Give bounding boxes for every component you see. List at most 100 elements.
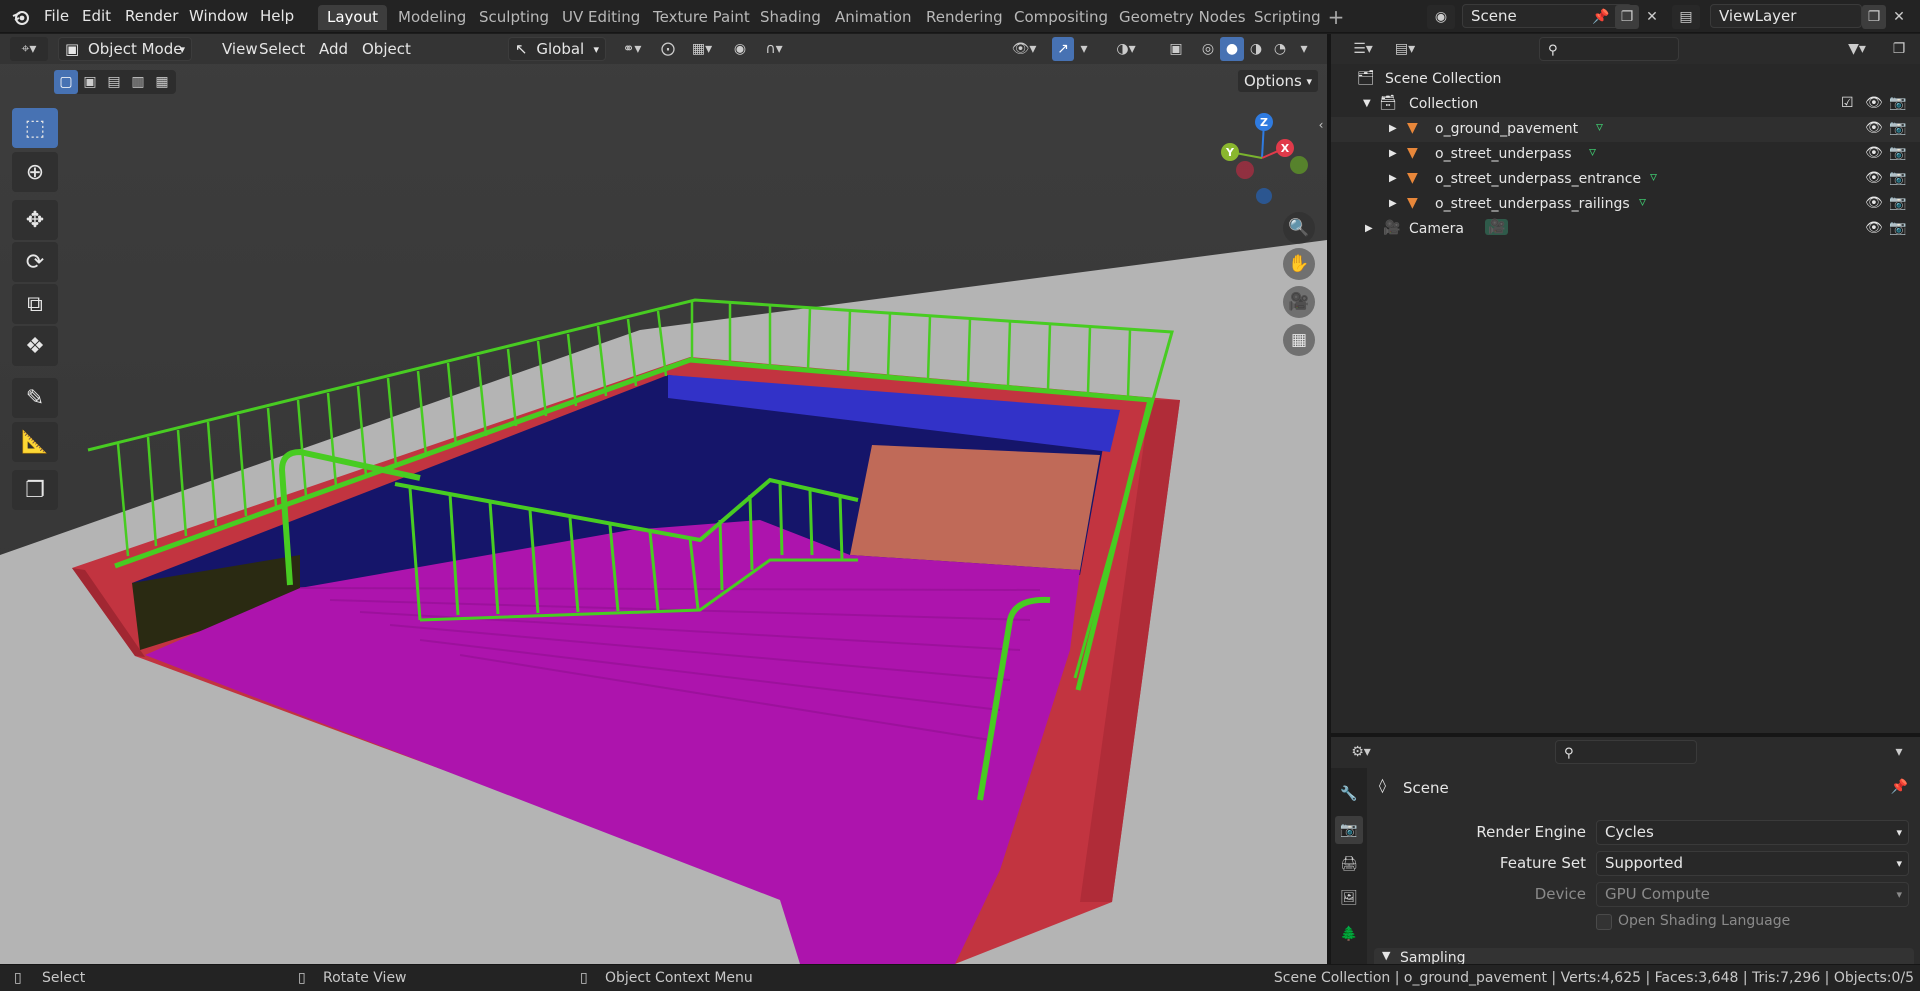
tab-compositing[interactable]: Compositing [1005,5,1117,30]
orientation-dropdown[interactable]: ↖ Global ▾ [508,37,606,61]
transform-tool[interactable]: ❖ [12,326,58,366]
tab-modeling[interactable]: Modeling [389,5,475,30]
eye-icon[interactable]: 👁 [1865,220,1883,236]
expand-right-icon[interactable]: ▶ [1389,123,1397,134]
snap-icon[interactable]: ⨀ [656,37,680,61]
measure-tool[interactable]: 📐 [12,422,58,462]
menu-add[interactable]: Add [313,39,354,59]
add-cube-tool[interactable]: ❐ [12,470,58,510]
eye-icon[interactable]: 👁 [1865,170,1883,186]
overlays-icon[interactable]: ◑▾ [1106,37,1146,61]
new-viewlayer-icon[interactable]: ❐ [1862,5,1886,29]
expand-right-icon[interactable]: ▶ [1389,173,1397,184]
pin-icon[interactable]: 📌 [1590,6,1612,28]
perspective-grid-icon[interactable]: ▦ [1283,324,1315,356]
outliner-row-object[interactable]: ▶ ▼ o_street_underpass_railings ▿ 👁 📷 [1331,192,1920,217]
select-extend-icon[interactable]: ▣ [78,70,102,94]
outliner-row-camera[interactable]: ▶ 🎥 Camera 🎥 👁 📷 [1331,217,1920,242]
cursor-tool[interactable]: ⊕ [12,152,58,192]
mesh-data-icon[interactable]: ▿ [1596,119,1603,135]
move-tool[interactable]: ✥ [12,200,58,240]
mesh-data-icon[interactable]: ▿ [1639,194,1646,210]
select-subtract-icon[interactable]: ▤ [102,70,126,94]
gizmo-toggle-icon[interactable]: ↗ [1052,37,1074,61]
select-intersect-icon[interactable]: ▦ [150,70,174,94]
tab-layout[interactable]: Layout [318,5,387,30]
falloff-icon[interactable]: ∩▾ [756,37,792,61]
osl-checkbox[interactable]: Open Shading Language [1596,913,1816,933]
new-scene-icon[interactable]: ❐ [1615,5,1639,29]
mesh-data-icon[interactable]: ▿ [1589,144,1596,160]
eye-icon[interactable]: 👁 [1865,120,1883,136]
menu-window[interactable]: Window [185,6,252,26]
rendered-shading-icon[interactable]: ◔ [1268,37,1292,61]
add-workspace-icon[interactable]: + [1325,5,1347,29]
tab-animation[interactable]: Animation [826,5,920,30]
material-shading-icon[interactable]: ◑ [1244,37,1268,61]
wireframe-shading-icon[interactable]: ◎ [1196,37,1220,61]
render-camera-icon[interactable]: 📷 [1889,95,1906,111]
outliner-row-collection[interactable]: ▼ 🗃 Collection ☑ 👁 📷 [1331,92,1920,117]
tab-geometry-nodes[interactable]: Geometry Nodes [1110,5,1255,30]
view-layer-tab-icon[interactable]: 🖼 [1335,884,1363,912]
output-tab-icon[interactable]: 🖨 [1335,850,1363,878]
expand-right-icon[interactable]: ▶ [1389,148,1397,159]
tab-uv-editing[interactable]: UV Editing [553,5,649,30]
menu-edit[interactable]: Edit [78,6,115,26]
render-camera-icon[interactable]: 📷 [1889,145,1906,161]
pan-hand-icon[interactable]: ✋ [1283,248,1315,280]
pivot-icon[interactable]: ⚭▾ [614,37,650,61]
outliner-search-input[interactable]: ⚲ [1539,37,1679,61]
tab-rendering[interactable]: Rendering [917,5,1012,30]
render-engine-dropdown[interactable]: Cycles ▾ [1596,820,1909,845]
display-mode-icon[interactable]: ▤▾ [1387,38,1423,60]
camera-data-icon[interactable]: 🎥 [1485,219,1509,235]
render-tab-icon[interactable]: 📷 [1335,816,1363,844]
delete-scene-icon[interactable]: ✕ [1641,5,1663,29]
menu-object[interactable]: Object [356,39,417,59]
menu-file[interactable]: File [40,6,73,26]
feature-set-dropdown[interactable]: Supported ▾ [1596,851,1909,876]
viewlayer-selector-icon[interactable]: ▤ [1672,5,1700,29]
viewlayer-name-field[interactable]: ViewLayer [1710,4,1862,28]
pin-icon[interactable]: 📌 [1891,779,1908,795]
gizmo-dropdown-icon[interactable]: ▾ [1076,37,1092,61]
properties-editor-type-icon[interactable]: ⚙▾ [1343,741,1379,763]
menu-render[interactable]: Render [121,6,182,26]
render-camera-icon[interactable]: 📷 [1889,195,1906,211]
expand-right-icon[interactable]: ▶ [1389,198,1397,209]
xray-icon[interactable]: ▣ [1164,37,1188,61]
mesh-data-icon[interactable]: ▿ [1650,169,1657,185]
scene-selector-icon[interactable]: ◉ [1427,5,1455,29]
outliner-row-object[interactable]: ▶ ▼ o_ground_pavement ▿ 👁 📷 [1331,117,1920,142]
delete-viewlayer-icon[interactable]: ✕ [1888,5,1910,29]
visibility-icon[interactable]: 👁▾ [1004,37,1044,61]
zoom-icon[interactable]: 🔍 [1283,212,1315,244]
render-camera-icon[interactable]: 📷 [1889,170,1906,186]
select-new-icon[interactable]: ▢ [54,70,78,94]
3d-viewport[interactable] [0,34,1327,964]
editor-type-icon[interactable]: ⌖▾ [10,37,48,61]
tab-texture-paint[interactable]: Texture Paint [644,5,759,30]
shading-dropdown-icon[interactable]: ▾ [1294,37,1314,61]
camera-view-icon[interactable]: 🎥 [1283,286,1315,318]
rotate-tool[interactable]: ⟳ [12,242,58,282]
outliner-editor-type-icon[interactable]: ☰▾ [1345,38,1381,60]
select-box-tool[interactable]: ⬚ [12,108,58,148]
menu-help[interactable]: Help [256,6,298,26]
outliner-row-scene-collection[interactable]: 🗂 Scene Collection [1331,67,1920,92]
eye-icon[interactable]: 👁 [1865,95,1883,111]
proportional-edit-icon[interactable]: ◉ [728,37,752,61]
solid-shading-icon[interactable]: ● [1220,37,1244,61]
snap-grid-icon[interactable]: ▦▾ [684,37,720,61]
exclude-checkbox-icon[interactable]: ☑ [1841,95,1854,111]
render-camera-icon[interactable]: 📷 [1889,120,1906,136]
filter-icon[interactable]: ▼▾ [1839,38,1875,60]
scale-tool[interactable]: ⧉ [12,284,58,324]
collapse-sidebar-icon[interactable]: ‹ [1316,116,1326,134]
navigation-gizmo[interactable]: Z X Y [1212,108,1312,208]
options-dropdown[interactable]: Options ▾ [1237,69,1319,93]
expand-down-icon[interactable]: ▼ [1363,98,1371,109]
eye-icon[interactable]: 👁 [1865,145,1883,161]
select-invert-icon[interactable]: ▥ [126,70,150,94]
